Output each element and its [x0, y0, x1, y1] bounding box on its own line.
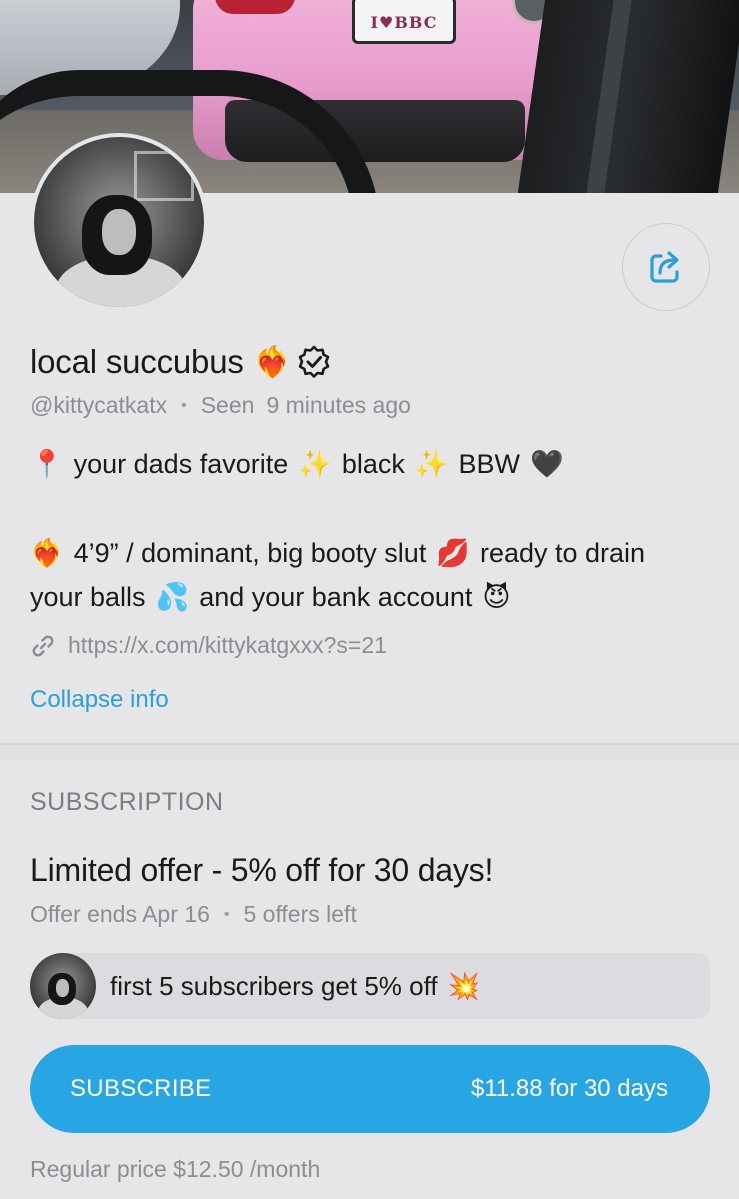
sparkle-emoji: ✨ — [414, 449, 449, 479]
profile-link-url[interactable]: https://x.com/kittykatgxxx?s=21 — [68, 632, 387, 659]
profile-page: I♥BBC local succubus ❤️‍🔥 — [0, 0, 739, 1199]
promo-text: first 5 subscribers get 5% off — [110, 970, 438, 1001]
devil-emoji: 😈 — [482, 581, 511, 612]
offer-title: Limited offer - 5% off for 30 days! — [30, 852, 494, 888]
name-emoji: ❤️‍🔥 — [253, 345, 292, 379]
subscribe-button-label: SUBSCRIBE — [70, 1075, 212, 1102]
subscribe-button-price: $11.88 for 30 days — [470, 1075, 668, 1102]
seen-value: 9 minutes ago — [266, 392, 411, 418]
profile-name-row: local succubus ❤️‍🔥 — [30, 340, 331, 384]
avatar-face — [102, 209, 136, 255]
meta-separator: • — [223, 905, 230, 923]
collapse-info-link[interactable]: Collapse info — [30, 686, 169, 714]
bio-line-2: ❤️‍🔥 4’9” / dominant, big booty slut 💋 r… — [30, 537, 645, 569]
droplets-emoji: 💦 — [155, 582, 190, 612]
regular-price: Regular price $12.50 /month — [30, 1156, 321, 1182]
profile-avatar[interactable] — [30, 133, 208, 311]
profile-handle: @kittycatkatx — [30, 392, 168, 418]
section-band — [0, 745, 739, 759]
bio-text: and your bank account — [199, 581, 473, 612]
cover-pillar — [517, 0, 739, 193]
bio-text: ready to drain — [479, 537, 646, 568]
bio-line-3: your balls 💦 and your bank account 😈 — [30, 581, 511, 613]
bio-line-1: 📍 your dads favorite ✨ black ✨ BBW 🖤 — [30, 448, 564, 480]
avatar-bg-frame — [134, 151, 194, 201]
cover-taillight-left — [215, 0, 295, 14]
bio-text: your dads favorite — [73, 448, 289, 479]
profile-link[interactable]: https://x.com/kittykatgxxx?s=21 — [30, 632, 387, 659]
fire-heart-emoji: ❤️‍🔥 — [30, 538, 64, 568]
promo-message: first 5 subscribers get 5% off 💥 — [30, 953, 710, 1019]
offer-meta: Offer ends Apr 16 • 5 offers left — [30, 901, 357, 928]
bio-text: 4’9” / dominant, big booty slut — [73, 537, 427, 568]
plate-text: I♥BBC — [370, 13, 438, 32]
collision-emoji: 💥 — [447, 970, 480, 1001]
share-icon — [647, 248, 685, 286]
link-icon — [30, 633, 56, 659]
promo-text-row: first 5 subscribers get 5% off 💥 — [110, 971, 480, 1002]
bio-text: BBW — [458, 448, 521, 479]
share-button[interactable] — [622, 223, 710, 311]
meta-separator: • — [181, 396, 187, 414]
bio-text: your balls — [30, 581, 146, 612]
cover-license-plate: I♥BBC — [352, 0, 456, 44]
profile-meta: @kittycatkatx • Seen 9 minutes ago — [30, 392, 411, 419]
offer-ends: Offer ends Apr 16 — [30, 901, 210, 927]
subscription-heading: SUBSCRIPTION — [30, 788, 224, 816]
subscribe-button[interactable]: SUBSCRIBE $11.88 for 30 days — [30, 1045, 710, 1133]
offers-left: 5 offers left — [243, 901, 357, 927]
profile-display-name: local succubus — [30, 343, 244, 380]
avatar-face — [56, 979, 69, 997]
seen-label: Seen — [200, 392, 255, 418]
pin-emoji: 📍 — [30, 449, 64, 479]
verified-badge-icon — [297, 345, 331, 379]
black-heart-emoji: 🖤 — [530, 449, 564, 479]
avatar-photo — [34, 137, 204, 307]
bio-text: black — [341, 448, 405, 479]
kiss-emoji: 💋 — [436, 538, 470, 568]
sparkle-emoji: ✨ — [298, 449, 332, 479]
promo-avatar — [30, 953, 96, 1019]
